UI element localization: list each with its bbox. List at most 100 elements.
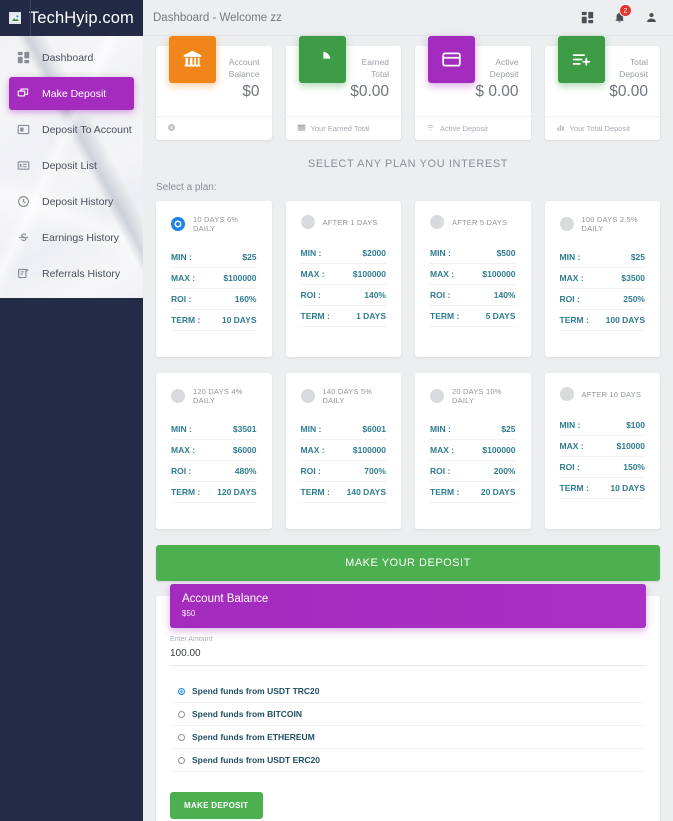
plan-radio-icon[interactable] (171, 389, 185, 403)
plan-row: 10 DAYS 6% DAILY MIN : $25 MAX : $100000 R… (156, 201, 660, 357)
plan-roi-value: 140% (364, 290, 386, 300)
plan-name: 20 DAYS 10% DAILY (452, 387, 502, 405)
plan-max-value: $100000 (352, 445, 386, 455)
plan-details: MIN : $3501 MAX : $6000 ROI : 480% TERM : 12… (171, 419, 257, 503)
plan-card[interactable]: AFTER 1 DAYS MIN : $2000 MAX : $100000 ROI… (285, 201, 401, 357)
plan-term-row: TERM : 100 DAYS (559, 310, 645, 331)
plan-name: 140 DAYS 5% DAILY (322, 387, 373, 405)
plan-min-row: MIN : $25 (430, 419, 516, 440)
plan-min-value: $100 (626, 420, 645, 430)
sidebar-item-make-deposit[interactable]: Make Deposit (9, 77, 134, 110)
plan-roi-label: ROI : (430, 466, 451, 476)
funding-option-row[interactable]: Spend funds from ETHEREUM (170, 726, 646, 749)
apps-grid-icon[interactable] (580, 10, 595, 25)
stat-footer: Active Deposit (415, 116, 531, 140)
plan-roi-row: ROI : 140% (300, 285, 386, 306)
plan-roi-value: 250% (623, 294, 645, 304)
radio-icon[interactable] (178, 733, 185, 741)
layers-icon (15, 86, 31, 102)
plan-details: MIN : $25 MAX : $100000 ROI : 160% TERM : 10… (171, 247, 257, 331)
plan-card[interactable]: AFTER 10 DAYS MIN : $100 MAX : $10000 ROI … (544, 373, 660, 529)
plan-card[interactable]: 20 DAYS 10% DAILY MIN : $25 MAX : $100000 … (415, 373, 531, 529)
plan-header: 10 DAYS 6% DAILY (171, 215, 257, 233)
bar-chart-icon (556, 123, 565, 134)
plan-card[interactable]: 140 DAYS 5% DAILY MIN : $6001 MAX : $10000… (285, 373, 401, 529)
sidebar: TechHyip.com Dashboard Make Deposit Depo… (0, 0, 143, 821)
plan-roi-value: 150% (623, 462, 645, 472)
plan-details: MIN : $6001 MAX : $100000 ROI : 700% TERM :… (300, 419, 386, 503)
plan-min-label: MIN : (171, 252, 192, 262)
plan-name: 100 DAYS 2.5% DAILY (581, 215, 638, 233)
plan-max-value: $100000 (482, 269, 516, 279)
funding-option-row[interactable]: Spend funds from USDT ERC20 (170, 749, 646, 772)
calendar-icon (297, 123, 306, 134)
plan-card[interactable]: 100 DAYS 2.5% DAILY MIN : $25 MAX : $3500 … (544, 201, 660, 357)
plan-radio-icon[interactable] (300, 215, 315, 229)
sidebar-item-earnings-history[interactable]: Earnings History (9, 221, 134, 254)
make-deposit-button[interactable]: MAKE DEPOSIT (170, 792, 263, 819)
list-add-icon (557, 36, 605, 83)
plan-term-row: TERM : 140 DAYS (300, 482, 386, 503)
plan-radio-icon[interactable] (559, 217, 574, 231)
funding-option-label: Spend funds from BITCOIN (192, 709, 303, 719)
plan-min-value: $3501 (232, 424, 257, 434)
sidebar-item-withdraw[interactable]: Withdraw (9, 293, 134, 298)
app-root: TechHyip.com Dashboard Make Deposit Depo… (0, 0, 673, 821)
stat-card-account-balance: Account Balance $0 $ (156, 36, 272, 140)
coin-icon: $ (167, 123, 176, 134)
funding-option-row[interactable]: Spend funds from BITCOIN (170, 703, 646, 726)
sidebar-item-deposit-list[interactable]: Deposit List (9, 149, 134, 182)
bell-icon[interactable]: 2 (612, 4, 632, 25)
funding-option-row[interactable]: Spend funds from USDT TRC20 (170, 680, 646, 703)
broken-image-icon (9, 12, 21, 24)
make-your-deposit-banner[interactable]: MAKE YOUR DEPOSIT (156, 545, 660, 581)
plan-max-label: MAX : (559, 273, 584, 283)
sidebar-item-deposit-history[interactable]: Deposit History (9, 185, 134, 218)
clock-history-icon (15, 194, 31, 210)
plan-roi-row: ROI : 250% (559, 289, 645, 310)
plan-card[interactable]: 10 DAYS 6% DAILY MIN : $25 MAX : $100000 R… (156, 201, 272, 357)
account-balance-bar: Account Balance $50 (170, 584, 646, 628)
plan-term-value: 5 DAYS (485, 311, 516, 321)
user-icon[interactable] (644, 10, 659, 25)
sidebar-item-label: Earnings History (42, 231, 120, 244)
topbar-icons: 2 (580, 4, 659, 25)
plan-roi-row: ROI : 200% (430, 461, 516, 482)
plan-header: AFTER 1 DAYS (300, 215, 387, 229)
plan-max-label: MAX : (430, 269, 455, 279)
brand-header[interactable]: TechHyip.com (0, 0, 143, 36)
plan-min-row: MIN : $500 (430, 243, 516, 264)
plan-min-value: $2000 (362, 248, 386, 258)
sidebar-item-dashboard[interactable]: Dashboard (9, 41, 134, 74)
funding-option-label: Spend funds from USDT TRC20 (192, 686, 320, 696)
funding-option-label: Spend funds from ETHEREUM (192, 732, 315, 742)
plan-card[interactable]: 120 DAYS 4% DAILY MIN : $3501 MAX : $6000 … (156, 373, 272, 529)
sidebar-item-label: Make Deposit (42, 87, 107, 100)
plan-max-label: MAX : (171, 273, 196, 283)
plan-radio-icon[interactable] (171, 217, 185, 231)
amount-input[interactable] (170, 643, 646, 666)
plan-min-row: MIN : $3501 (171, 419, 257, 440)
plan-radio-icon[interactable] (300, 389, 315, 403)
radio-icon[interactable] (178, 687, 185, 695)
sidebar-item-referrals-history[interactable]: Referrals History (9, 257, 134, 290)
radio-icon[interactable] (178, 756, 185, 764)
sidebar-item-deposit-to-account[interactable]: Deposit To Account (9, 113, 134, 146)
radio-icon[interactable] (178, 710, 185, 718)
plan-radio-icon[interactable] (559, 387, 574, 401)
plan-radio-icon[interactable] (430, 389, 444, 403)
plan-min-value: $25 (501, 424, 516, 434)
plan-term-value: 10 DAYS (610, 483, 645, 493)
stat-footer-label: Active Deposit (440, 124, 488, 133)
plan-details: MIN : $25 MAX : $100000 ROI : 200% TERM : 20… (430, 419, 516, 503)
plan-header: 100 DAYS 2.5% DAILY (559, 215, 646, 233)
amount-field-label: Enter Amount (170, 636, 213, 643)
plan-radio-icon[interactable] (430, 215, 444, 229)
plan-roi-row: ROI : 480% (171, 461, 257, 482)
funding-option-label: Spend funds from USDT ERC20 (192, 755, 320, 765)
plan-roi-label: ROI : (559, 462, 580, 472)
notification-badge: 2 (619, 4, 632, 17)
account-balance-amount: $50 (182, 609, 196, 618)
plan-header: AFTER 5 DAYS (430, 215, 516, 229)
plan-card[interactable]: AFTER 5 DAYS MIN : $500 MAX : $100000 ROI … (415, 201, 531, 357)
